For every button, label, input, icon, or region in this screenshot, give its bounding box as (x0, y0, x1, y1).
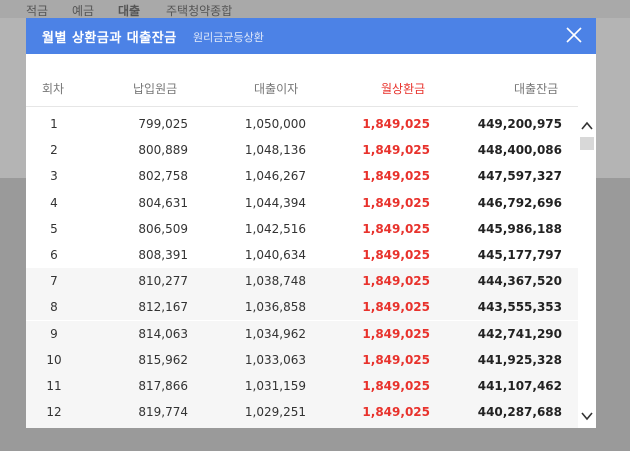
cell-principal: 817,866 (138, 379, 188, 393)
header-no: 회차 (42, 82, 65, 96)
bg-tab-loan: 대출 (118, 4, 141, 18)
cell-payment: 1,849,025 (362, 405, 430, 420)
cell-payment: 1,849,025 (362, 248, 430, 262)
header-balance: 대출잔금 (514, 82, 559, 96)
table-row: 13821,6871,027,3381,849,025439,466,001 (26, 425, 578, 428)
cell-payment: 1,849,025 (362, 143, 430, 158)
close-button[interactable] (564, 25, 584, 45)
cell-interest: 1,042,516 (244, 221, 306, 236)
scroll-down-button[interactable] (578, 408, 596, 422)
cell-balance: 448,400,086 (477, 143, 562, 158)
bg-tab-savings: 적금 (26, 4, 49, 18)
cell-principal: 819,774 (138, 405, 188, 420)
cell-balance: 442,741,290 (477, 326, 562, 341)
cell-principal: 802,758 (138, 169, 188, 184)
cell-no-text: 1 (50, 117, 58, 131)
cell-balance: 443,555,353 (477, 300, 562, 315)
cell-no-text: 5 (50, 221, 58, 236)
cell-principal: 800,889 (138, 143, 188, 158)
cell-payment: 1,849,025 (362, 274, 430, 289)
cell-payment: 1,849,025 (362, 221, 430, 236)
cell-payment: 1,849,025 (362, 326, 430, 341)
header-interest: 대출이자 (254, 82, 299, 96)
cell-interest: 1,044,394 (244, 195, 306, 210)
cell-balance: 441,925,328 (477, 352, 562, 367)
cell-principal: 812,167 (138, 300, 188, 315)
cell-no-text: 2 (50, 143, 58, 158)
header-principal: 납입원금 (133, 82, 178, 96)
chevron-down-icon (581, 412, 593, 421)
chevron-up-icon (581, 121, 593, 130)
table-row: 10 815,962 1,033,063 1,849,025 441,925,328 (26, 346, 578, 373)
cell-interest: 1,048,136 (244, 143, 306, 158)
table-row: 6 808,391 1,040,634 1,849,025 445,177,797 (26, 242, 578, 268)
cell-no-text: 9 (50, 326, 58, 341)
cell-balance: 440,287,688 (477, 405, 562, 420)
cell-balance: 449,200,975 (477, 117, 562, 131)
cell-interest: 1,038,748 (244, 274, 306, 289)
cell-interest: 1,029,251 (244, 405, 306, 420)
header-payment: 월상환금 (381, 82, 426, 96)
table-row: 5 806,509 1,042,516 1,849,025 445,986,188 (26, 216, 578, 242)
cell-payment: 1,849,025 (362, 300, 430, 315)
table-row: 1 799,025 1,050,000 1,849,025 449,200,975 (26, 111, 578, 137)
cell-principal: 804,631 (138, 195, 188, 210)
cell-interest: 1,034,962 (244, 326, 306, 341)
cell-no-text: 7 (50, 274, 58, 289)
cell-balance: 441,107,462 (477, 379, 562, 393)
cell-principal: 814,063 (138, 326, 188, 341)
cell-balance: 446,792,696 (477, 195, 562, 210)
cell-no-text: 3 (50, 169, 58, 184)
scroll-thumb[interactable] (580, 137, 594, 150)
table-row: 9 814,063 1,034,962 1,849,025 442,741,290 (26, 320, 578, 347)
cell-balance: 447,597,327 (477, 169, 562, 184)
cell-principal: 810,277 (138, 274, 188, 289)
cell-interest: 1,050,000 (244, 117, 306, 131)
modal-title: 월별 상환금과 대출잔금 (42, 31, 177, 46)
table-row: 11 817,866 1,031,159 1,849,025 441,107,462 (26, 373, 578, 399)
cell-principal: 808,391 (138, 248, 188, 262)
cell-principal: 815,962 (138, 352, 188, 367)
table-row: 2 800,889 1,048,136 1,849,025 448,400,086 (26, 137, 578, 163)
cell-payment: 1,849,025 (362, 117, 430, 131)
cell-principal: 806,509 (138, 221, 188, 236)
scroll-up-button[interactable] (578, 118, 596, 132)
bg-tab-housing: 주택청약종합 (166, 4, 233, 18)
repayment-schedule-modal: 월별 상환금과 대출잔금 원리금균등상환 회차 납입원금 대출이자 월상환금 대… (26, 18, 596, 428)
cell-payment: 1,849,025 (362, 169, 430, 184)
cell-interest: 1,046,267 (244, 169, 306, 184)
cell-no-text: 4 (50, 195, 58, 210)
close-icon (566, 27, 582, 43)
cell-balance: 444,367,520 (477, 274, 562, 289)
table-row: 4 804,631 1,044,394 1,849,025 446,792,696 (26, 190, 578, 216)
cell-balance: 445,177,797 (477, 248, 562, 262)
cell-no-text: 12 (46, 405, 62, 420)
table-row: 7 810,277 1,038,748 1,849,025 444,367,520 (26, 268, 578, 295)
modal-subtitle: 원리금균등상환 (193, 31, 264, 44)
cell-payment: 1,849,025 (362, 195, 430, 210)
cell-no-text: 6 (50, 248, 58, 262)
modal-header: 월별 상환금과 대출잔금 원리금균등상환 (26, 18, 596, 54)
table-row: 3 802,758 1,046,267 1,849,025 447,597,327 (26, 163, 578, 189)
cell-no-text: 8 (50, 300, 58, 315)
cell-principal: 799,025 (138, 117, 188, 131)
bg-tab-deposit: 예금 (72, 4, 95, 18)
cell-interest: 1,036,858 (244, 300, 306, 315)
cell-interest: 1,031,159 (244, 379, 306, 393)
cell-no-text: 10 (46, 352, 62, 367)
cell-balance: 445,986,188 (477, 221, 562, 236)
table-row: 12 819,774 1,029,251 1,849,025 440,287,688 (26, 399, 578, 426)
table-header: 회차 납입원금 대출이자 월상환금 대출잔금 (26, 54, 596, 107)
schedule-rows[interactable]: 1 799,025 1,050,000 1,849,025 449,200,975 2 80… (26, 111, 578, 428)
cell-interest: 1,033,063 (244, 352, 306, 367)
scrollbar[interactable] (578, 106, 596, 428)
background-tabs: 적금 예금 대출 주택청약종합 (0, 0, 630, 18)
table-row: 8 812,167 1,036,858 1,849,025 443,555,353 (26, 294, 578, 321)
cell-payment: 1,849,025 (362, 352, 430, 367)
cell-no-text: 11 (46, 379, 62, 393)
cell-payment: 1,849,025 (362, 379, 430, 393)
cell-interest: 1,040,634 (244, 248, 306, 262)
